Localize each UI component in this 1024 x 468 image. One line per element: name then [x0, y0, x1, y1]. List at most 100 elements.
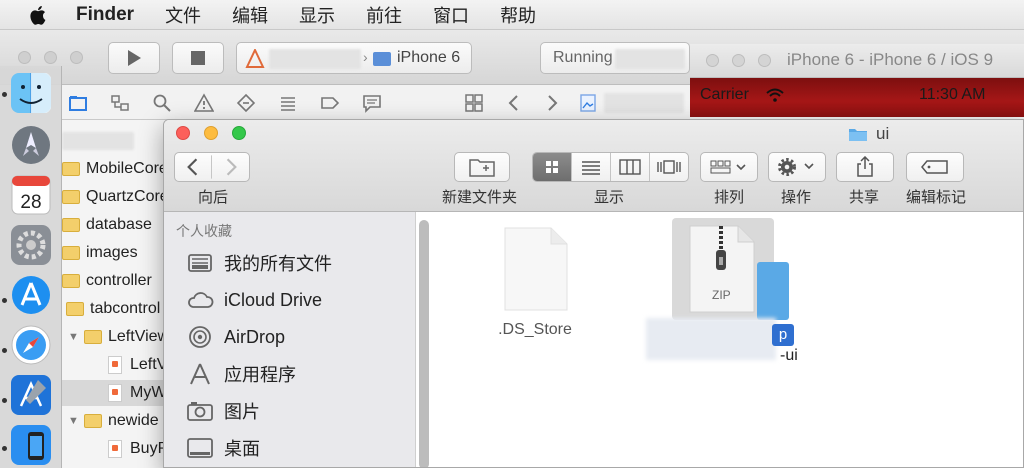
launchpad-dock-icon[interactable]	[10, 124, 52, 166]
zip-label: ZIP	[712, 288, 731, 302]
chevron-left-icon[interactable]	[504, 93, 524, 113]
finder-sidebar: 个人收藏 我的所有文件 iCloud Drive AirDrop 应用程序 图片…	[164, 212, 416, 467]
grid-icon	[546, 161, 558, 173]
running-indicator	[2, 298, 7, 303]
view-mode-control[interactable]	[532, 152, 689, 182]
menu-view[interactable]: 显示	[299, 2, 335, 28]
finder-dock-icon[interactable]	[10, 72, 52, 114]
running-indicator	[2, 398, 7, 403]
calendar-dock-icon[interactable]: 28	[10, 174, 52, 216]
menu-file[interactable]: 文件	[165, 2, 201, 28]
tree-item[interactable]: tabcontrol	[62, 296, 168, 322]
arrange-button[interactable]	[700, 152, 758, 182]
folder-icon	[62, 246, 80, 260]
breakpoint-icon[interactable]	[320, 93, 340, 113]
tree-item[interactable]: database	[62, 212, 168, 238]
apple-menu-icon[interactable]	[28, 4, 50, 26]
simulator-zoom-button[interactable]	[758, 54, 771, 67]
share-label: 共享	[849, 189, 880, 206]
finder-title: ui	[848, 124, 889, 144]
sidebar-item-airdrop[interactable]: AirDrop	[186, 322, 285, 352]
cover-flow-button[interactable]	[650, 153, 688, 181]
running-indicator	[2, 92, 7, 97]
chevron-right-icon[interactable]	[542, 93, 562, 113]
simulator-minimize-button[interactable]	[732, 54, 745, 67]
swift-file-icon	[108, 384, 122, 402]
sidebar-item-pictures[interactable]: 图片	[186, 396, 260, 426]
folder-icon	[62, 162, 80, 176]
run-button[interactable]	[108, 42, 160, 74]
xcode-zoom-button[interactable]	[70, 51, 83, 64]
new-folder-button[interactable]	[454, 152, 510, 182]
sidebar-item-all-my-files[interactable]: 我的所有文件	[186, 248, 332, 278]
chevron-right-icon[interactable]	[212, 152, 249, 182]
tree-item[interactable]: MobileCoreS	[62, 156, 168, 182]
simulator-close-button[interactable]	[706, 54, 719, 67]
app-store-dock-icon[interactable]	[10, 274, 52, 316]
file-ds-store[interactable]: .DS_Store	[496, 226, 574, 339]
tree-item[interactable]: LeftV	[62, 352, 168, 378]
menu-window[interactable]: 窗口	[433, 2, 469, 28]
finder-close-button[interactable]	[176, 126, 190, 140]
tree-item[interactable]: images	[62, 240, 168, 266]
tree-item[interactable]: QuartzCore.f	[62, 184, 168, 210]
tree-item[interactable]: ▼ newide	[62, 408, 168, 434]
action-button[interactable]	[768, 152, 826, 182]
debug-navigator-icon[interactable]	[278, 93, 298, 113]
activity-status-text: Running	[553, 49, 613, 66]
xcode-minimize-button[interactable]	[44, 51, 57, 64]
svg-text:28: 28	[20, 192, 41, 213]
share-button[interactable]	[836, 152, 894, 182]
warning-icon[interactable]	[194, 93, 214, 113]
tree-item[interactable]: BuyP	[62, 436, 168, 462]
simulator-dock-icon[interactable]	[10, 424, 52, 466]
tree-item[interactable]: ▼ LeftView	[62, 324, 168, 350]
folder-navigator-icon[interactable]	[68, 93, 88, 113]
chevron-left-icon[interactable]	[175, 152, 212, 182]
menu-go[interactable]: 前往	[366, 2, 402, 28]
project-navigator: MobileCoreS QuartzCore.f database images…	[62, 120, 168, 468]
menu-app-finder[interactable]: Finder	[76, 4, 134, 26]
list-icon	[582, 161, 600, 175]
finder-window: ui 向后 新建文件夹 显示 排列 操作 共享 编辑标记 个人收藏 我的所有文件…	[163, 119, 1024, 468]
sidebar-item-desktop[interactable]: 桌面	[186, 433, 260, 463]
sidebar-item-icloud-drive[interactable]: iCloud Drive	[186, 285, 322, 315]
xcode-dock-icon[interactable]	[10, 374, 52, 416]
safari-dock-icon[interactable]	[10, 324, 52, 366]
sidebar-item-applications[interactable]: 应用程序	[186, 359, 296, 389]
report-icon[interactable]	[362, 93, 382, 113]
edit-tags-button[interactable]	[906, 152, 964, 182]
column-view-button[interactable]	[611, 153, 650, 181]
search-icon[interactable]	[152, 93, 172, 113]
scheme-device-label: iPhone 6	[397, 49, 461, 66]
share-icon	[857, 156, 873, 177]
disclosure-triangle-icon[interactable]: ▼	[68, 415, 79, 427]
xcode-app-icon	[245, 49, 265, 68]
file-zip-selected[interactable]: ZIP	[672, 218, 789, 320]
xcode-close-button[interactable]	[18, 51, 31, 64]
list-view-button[interactable]	[572, 153, 611, 181]
folder-icon	[62, 218, 80, 232]
disclosure-triangle-icon[interactable]: ▼	[68, 331, 79, 343]
finder-minimize-button[interactable]	[204, 126, 218, 140]
related-items-icon[interactable]	[464, 93, 484, 113]
symbol-navigator-icon[interactable]	[110, 93, 130, 113]
carrier-label: Carrier	[700, 86, 749, 103]
tree-item-selected[interactable]: MyW	[62, 380, 168, 406]
test-navigator-icon[interactable]	[236, 93, 256, 113]
back-forward-control[interactable]	[174, 152, 250, 182]
stop-button[interactable]	[172, 42, 224, 74]
folder-icon	[62, 190, 80, 204]
finder-zoom-button[interactable]	[232, 126, 246, 140]
menu-help[interactable]: 帮助	[500, 2, 536, 28]
folder-icon	[84, 414, 102, 428]
tree-item[interactable]: controller	[62, 268, 168, 294]
menu-edit[interactable]: 编辑	[232, 2, 268, 28]
icon-view-button[interactable]	[533, 153, 572, 181]
sidebar-scrollbar[interactable]	[419, 220, 429, 467]
finder-content: .DS_Store ZIP p -ui	[432, 212, 1023, 467]
system-preferences-dock-icon[interactable]	[10, 224, 52, 266]
scheme-selector[interactable]: › iPhone 6	[236, 42, 472, 74]
redacted-file-name	[604, 93, 684, 113]
new-folder-label: 新建文件夹	[442, 189, 518, 206]
